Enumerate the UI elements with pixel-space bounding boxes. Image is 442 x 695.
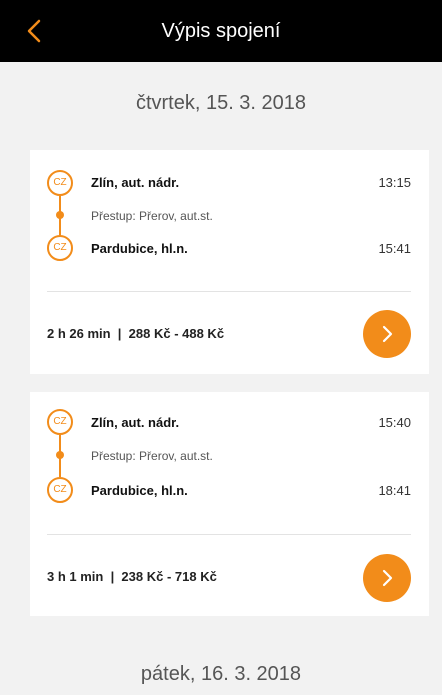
connection-card[interactable]: CZ Zlín, aut. nádr. 13:15 Přestup: Přero…: [30, 150, 429, 374]
duration-price-summary: 3 h 1 min | 238 Kč - 718 Kč: [47, 569, 217, 584]
departure-station: Zlín, aut. nádr.: [91, 415, 180, 430]
arrival-station: Pardubice, hl.n.: [91, 483, 188, 498]
departure-station: Zlín, aut. nádr.: [91, 175, 180, 190]
duration-price-summary: 2 h 26 min | 288 Kč - 488 Kč: [47, 326, 225, 341]
divider: [47, 291, 411, 292]
country-badge: CZ: [47, 477, 73, 503]
transfer-info: Přestup: Přerov, aut.st.: [91, 449, 213, 463]
country-badge: CZ: [47, 170, 73, 196]
departure-time: 15:40: [378, 415, 411, 430]
transfer-dot: [56, 451, 64, 459]
transfer-info: Přestup: Přerov, aut.st.: [91, 209, 213, 223]
transfer-dot: [56, 211, 64, 219]
chevron-right-icon: [382, 569, 393, 587]
country-badge: CZ: [47, 409, 73, 435]
day-heading: pátek, 16. 3. 2018: [140, 663, 302, 685]
arrival-time: 18:41: [378, 483, 411, 498]
day-heading: čtvrtek, 15. 3. 2018: [135, 92, 307, 114]
connection-card[interactable]: CZ Zlín, aut. nádr. 15:40 Přestup: Přero…: [30, 392, 429, 616]
chevron-right-icon: [382, 325, 393, 343]
connection-detail-button[interactable]: [363, 310, 411, 358]
arrival-station: Pardubice, hl.n.: [91, 241, 188, 256]
connection-detail-button[interactable]: [363, 554, 411, 602]
arrival-time: 15:41: [378, 241, 411, 256]
divider: [47, 534, 411, 535]
app-header: Výpis spojení: [0, 0, 442, 62]
country-badge: CZ: [47, 235, 73, 261]
departure-time: 13:15: [378, 175, 411, 190]
page-title: Výpis spojení: [161, 20, 281, 42]
